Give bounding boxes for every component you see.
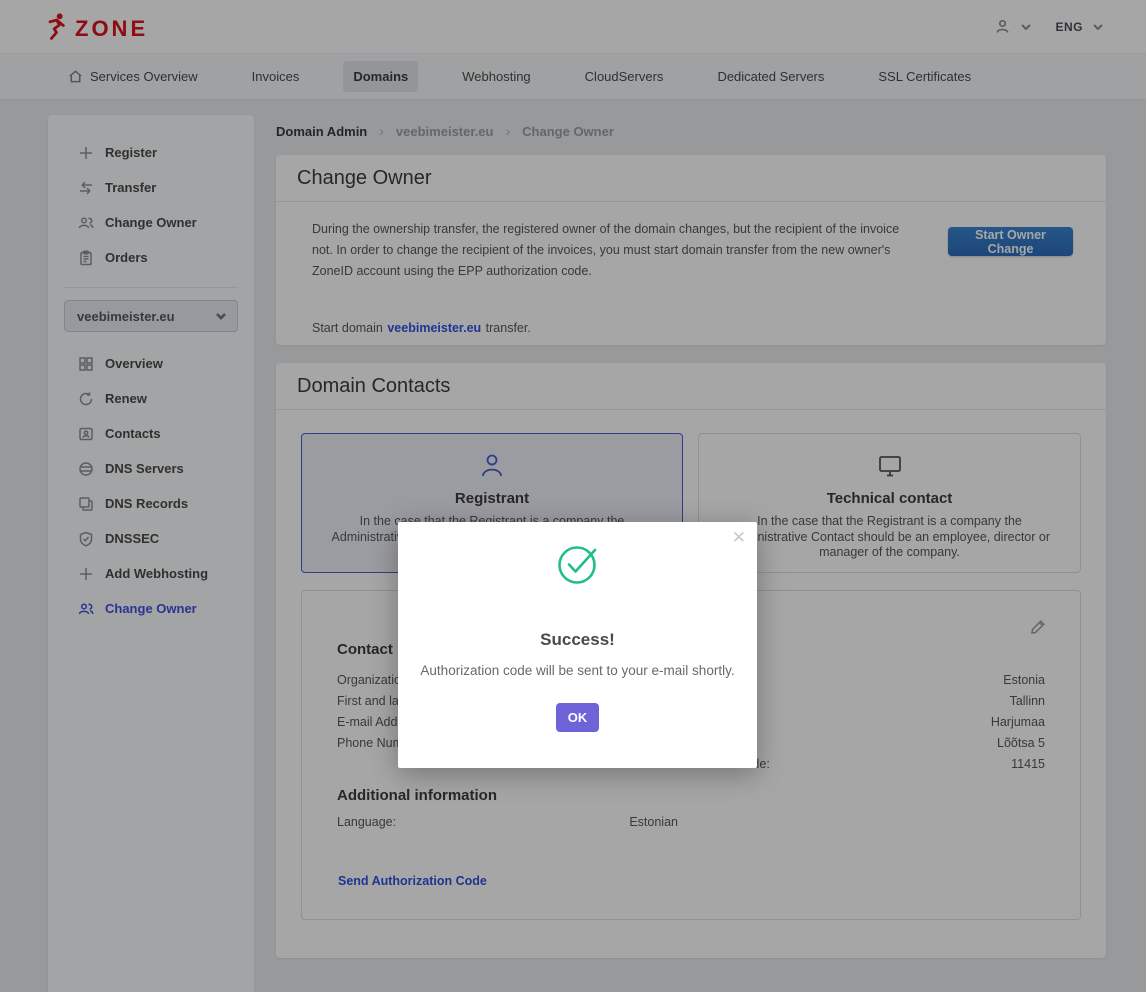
modal-title: Success!	[398, 630, 757, 650]
modal-backdrop[interactable]	[0, 0, 1146, 992]
success-check-icon	[555, 541, 601, 587]
modal-message: Authorization code will be sent to your …	[398, 663, 757, 678]
close-icon[interactable]: ✕	[732, 529, 746, 546]
success-modal: ✕ Success! Authorization code will be se…	[398, 522, 757, 768]
page: zone ENG Services Overview Invoices Doma…	[0, 0, 1146, 992]
ok-button[interactable]: OK	[556, 703, 599, 732]
